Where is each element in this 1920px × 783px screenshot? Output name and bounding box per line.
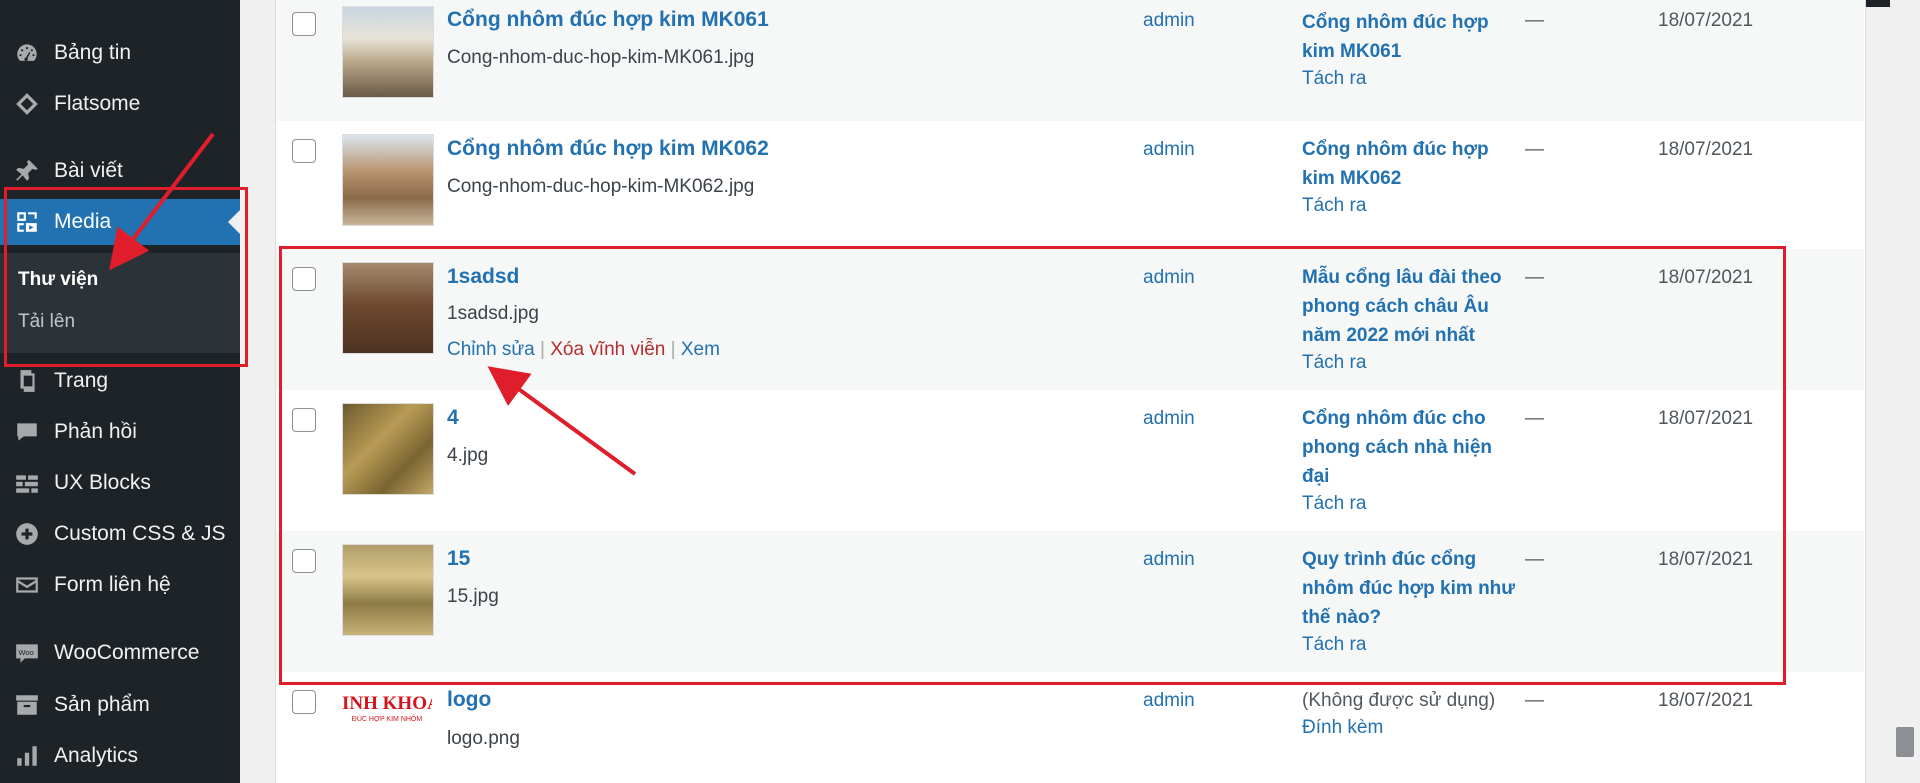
pages-icon bbox=[12, 366, 42, 396]
author-link[interactable]: admin bbox=[1143, 139, 1195, 161]
row-checkbox[interactable] bbox=[292, 12, 316, 36]
thumbnail[interactable] bbox=[342, 134, 434, 226]
woo-icon: Woo bbox=[12, 638, 42, 668]
comments-count: — bbox=[1525, 10, 1544, 31]
comments-icon bbox=[12, 417, 42, 447]
nav-pages[interactable]: Trang bbox=[0, 361, 240, 401]
nav-label: Form liên hệ bbox=[54, 573, 171, 596]
logo-image-text: INH KHOA bbox=[342, 693, 432, 714]
nav-label: Sản phẩm bbox=[54, 693, 150, 716]
flatsome-icon bbox=[12, 89, 42, 119]
row-checkbox[interactable] bbox=[292, 139, 316, 163]
logo-image-subtext: ĐÚC HỢP KIM NHÔM bbox=[351, 716, 423, 723]
nav-label: Trang bbox=[54, 369, 109, 392]
media-title[interactable]: logo bbox=[447, 688, 491, 712]
nav-label: Flatsome bbox=[54, 92, 141, 115]
dashboard-icon bbox=[12, 38, 42, 68]
mail-icon bbox=[12, 570, 42, 600]
thumbnail[interactable] bbox=[342, 6, 434, 98]
nav-products[interactable]: Sản phẩm bbox=[0, 685, 240, 725]
nav-label: WooCommerce bbox=[54, 641, 200, 664]
date: 18/07/2021 bbox=[1658, 10, 1754, 31]
nav-comments[interactable]: Phản hồi bbox=[0, 412, 240, 452]
media-title[interactable]: Cổng nhôm đúc hợp kim MK062 bbox=[447, 137, 769, 161]
pin-icon bbox=[12, 156, 42, 186]
table-row: INH KHOA ĐÚC HỢP KIM NHÔM logo logo.png … bbox=[276, 672, 1864, 783]
nav-flatsome[interactable]: Flatsome bbox=[0, 84, 240, 124]
nav-label: Analytics bbox=[54, 744, 139, 767]
detach-link[interactable]: Tách ra bbox=[1302, 68, 1366, 90]
table-row: Cổng nhôm đúc hợp kim MK061 Cong-nhom-du… bbox=[276, 0, 1864, 121]
nav-custom-css-js[interactable]: Custom CSS & JS bbox=[0, 514, 240, 554]
nav-analytics[interactable]: Analytics bbox=[0, 736, 240, 776]
row-checkbox[interactable] bbox=[292, 690, 316, 714]
nav-contact-form[interactable]: Form liên hệ bbox=[0, 565, 240, 605]
date: 18/07/2021 bbox=[1658, 139, 1754, 160]
detach-link[interactable]: Tách ra bbox=[1302, 195, 1366, 217]
media-title[interactable]: Cổng nhôm đúc hợp kim MK061 bbox=[447, 8, 769, 32]
uploaded-to-link[interactable]: Cổng nhôm đúc hợp kim MK062 bbox=[1302, 135, 1522, 193]
nav-woocommerce[interactable]: Woo WooCommerce bbox=[0, 633, 240, 673]
nav-label: Custom CSS & JS bbox=[54, 522, 226, 545]
file-name: Cong-nhom-duc-hop-kim-MK061.jpg bbox=[447, 47, 755, 68]
annotation-box-rows bbox=[279, 246, 1786, 685]
nav-label: Bài viết bbox=[54, 159, 123, 182]
comments-count: — bbox=[1525, 690, 1544, 711]
author-link[interactable]: admin bbox=[1143, 690, 1195, 712]
file-name: Cong-nhom-duc-hop-kim-MK062.jpg bbox=[447, 176, 755, 197]
attach-link[interactable]: Đính kèm bbox=[1302, 717, 1383, 739]
nav-posts[interactable]: Bài viết bbox=[0, 151, 240, 191]
nav-label: UX Blocks bbox=[54, 471, 151, 494]
nav-dashboard[interactable]: Bảng tin bbox=[0, 33, 240, 73]
file-name: logo.png bbox=[447, 728, 520, 749]
admin-sidebar: Bảng tin Flatsome Bài viết Media Thư việ… bbox=[0, 0, 240, 783]
uploaded-to-link[interactable]: Cổng nhôm đúc hợp kim MK061 bbox=[1302, 8, 1522, 66]
date: 18/07/2021 bbox=[1658, 690, 1754, 711]
thumbnail[interactable]: INH KHOA ĐÚC HỢP KIM NHÔM bbox=[342, 685, 432, 775]
chart-bars-icon bbox=[12, 741, 42, 771]
archive-icon bbox=[12, 690, 42, 720]
blocks-icon bbox=[12, 468, 42, 498]
author-link[interactable]: admin bbox=[1143, 10, 1195, 32]
table-row: Cổng nhôm đúc hợp kim MK062 Cong-nhom-du… bbox=[276, 121, 1864, 249]
nav-label: Phản hồi bbox=[54, 420, 137, 443]
svg-text:Woo: Woo bbox=[18, 648, 33, 657]
annotation-box-media-menu bbox=[4, 187, 248, 367]
comments-count: — bbox=[1525, 139, 1544, 160]
nav-label: Bảng tin bbox=[54, 41, 132, 64]
plus-circle-icon bbox=[12, 519, 42, 549]
unattached-label: (Không được sử dụng) bbox=[1302, 690, 1496, 711]
scrollbar-thumb[interactable] bbox=[1896, 727, 1914, 757]
nav-ux-blocks[interactable]: UX Blocks bbox=[0, 463, 240, 503]
